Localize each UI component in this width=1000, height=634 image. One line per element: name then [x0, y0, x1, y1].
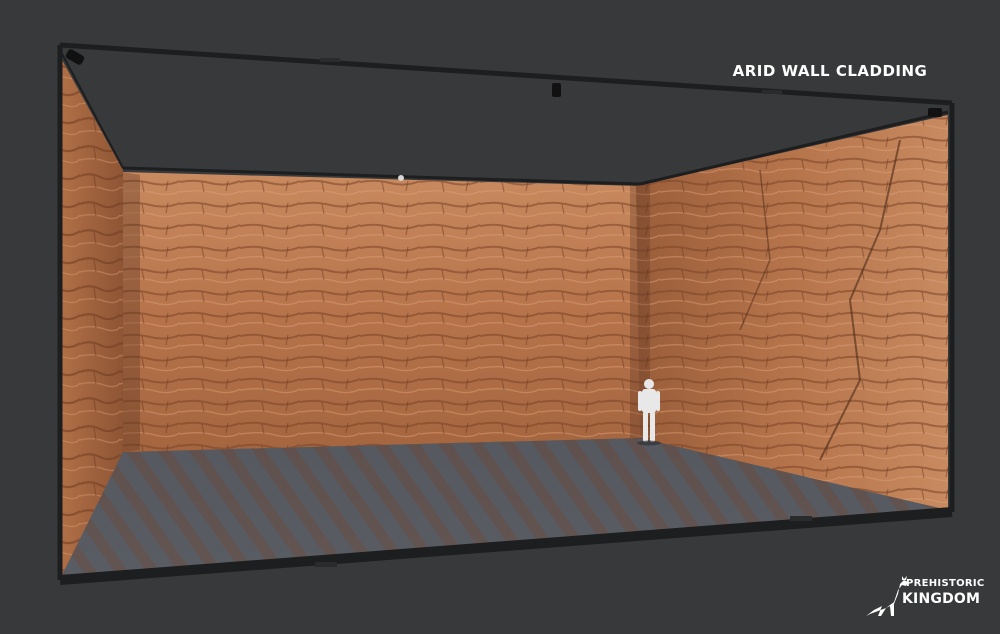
logo-line1: PREHISTORIC [906, 578, 985, 589]
wall-cladding-render [57, 42, 955, 585]
spotlight-icon [65, 49, 942, 117]
brand-logo: PREHISTORIC KINGDOM [862, 570, 987, 620]
page-title: ARID WALL CLADDING [732, 62, 928, 80]
logo-line2: KINGDOM [902, 591, 981, 607]
